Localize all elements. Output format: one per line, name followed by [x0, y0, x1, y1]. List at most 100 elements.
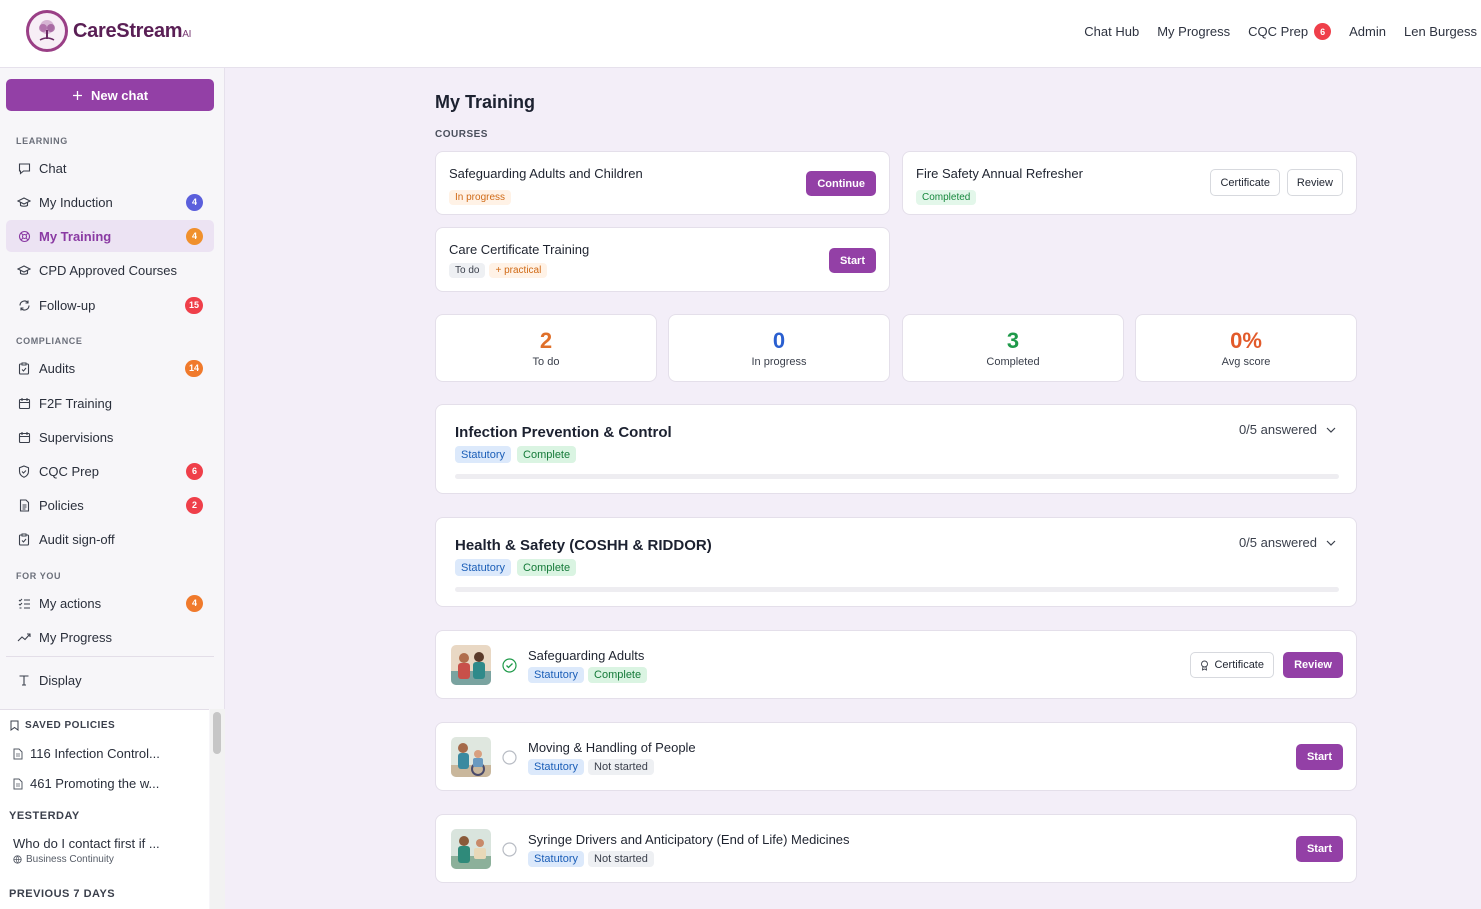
sidebar-item-cqc-prep[interactable]: CQC Prep 6 [6, 455, 214, 487]
statutory-tag: Statutory [528, 851, 585, 867]
continue-button[interactable]: Continue [806, 171, 876, 196]
graduation-cap-icon [17, 263, 31, 277]
course-status-row: To do + practical [449, 263, 548, 278]
sidebar-item-chat[interactable]: Chat [6, 152, 214, 184]
stat-value: 2 [539, 328, 553, 353]
induction-badge: 4 [186, 193, 203, 211]
check-circle-icon [502, 658, 517, 673]
quiz-accordion[interactable]: Infection Prevention & Control Statutory… [435, 404, 1357, 494]
carestream-logo[interactable] [26, 10, 68, 52]
start-button[interactable]: Start [1295, 744, 1343, 770]
statutory-tag: Statutory [528, 667, 585, 683]
module-card[interactable]: Moving & Handling of People Statutory No… [435, 722, 1357, 791]
stat-label: In progress [751, 356, 807, 368]
plus-icon [72, 90, 82, 100]
stat-label: To do [532, 356, 560, 368]
chevron-down-icon [1326, 540, 1336, 546]
course-status-row: In progress [449, 187, 512, 205]
sidebar-item-audits[interactable]: Audits 14 [6, 352, 214, 384]
statutory-tag: Statutory [455, 446, 512, 463]
stat-value: 0 [772, 328, 786, 353]
course-card[interactable]: Care Certificate Training To do + practi… [435, 227, 890, 292]
module-card[interactable]: Syringe Drivers and Anticipatory (End of… [435, 814, 1357, 883]
saved-policy-item[interactable]: 116 Infection Control... [13, 746, 160, 761]
sidebar-item-my-induction[interactable]: My Induction 4 [6, 186, 214, 218]
course-card[interactable]: Safeguarding Adults and Children In prog… [435, 151, 890, 215]
chevron-down-icon [1326, 427, 1336, 433]
follow-up-badge: 15 [184, 296, 203, 314]
start-button[interactable]: Start [828, 248, 876, 273]
history-scrollbar-thumb[interactable] [213, 712, 221, 754]
document-icon [13, 748, 23, 759]
saved-policy-item[interactable]: 461 Promoting the w... [13, 776, 159, 791]
clipboard-icon [17, 361, 31, 375]
saved-policies-heading: SAVED POLICIES [10, 720, 115, 731]
calendar-icon [17, 396, 31, 410]
top-nav: Chat Hub My Progress CQC Prep 6 Admin Len… [1084, 23, 1477, 40]
sidebar-divider [6, 656, 214, 657]
sidebar-item-supervisions[interactable]: Supervisions [6, 421, 214, 453]
sidebar: New chat LEARNING Chat My Induction 4 My… [0, 68, 225, 909]
answered-count[interactable]: 0/5 answered [1239, 535, 1336, 550]
nav-my-progress[interactable]: My Progress [1157, 24, 1230, 39]
stat-label: Avg score [1221, 356, 1271, 368]
review-button[interactable]: Review [1286, 169, 1343, 196]
app-name: CareStreamAI [73, 20, 192, 42]
refresh-icon [17, 298, 31, 312]
nav-user-menu[interactable]: Len Burgess [1404, 24, 1477, 39]
quiz-accordion[interactable]: Health & Safety (COSHH & RIDDOR) Statuto… [435, 517, 1357, 607]
section-learning: LEARNING [16, 136, 68, 146]
audits-badge: 14 [184, 359, 203, 377]
sidebar-item-cpd-courses[interactable]: CPD Approved Courses [6, 254, 214, 286]
review-button[interactable]: Review [1283, 652, 1343, 678]
top-bar: CareStreamAI Chat Hub My Progress CQC Pr… [0, 0, 1481, 68]
sidebar-item-my-training[interactable]: My Training 4 [6, 220, 214, 252]
quiz-tags: Statutory Complete [455, 559, 577, 576]
nav-chat-hub[interactable]: Chat Hub [1084, 24, 1139, 39]
calendar-icon [17, 430, 31, 444]
course-title: Care Certificate Training [449, 242, 590, 257]
quiz-title: Infection Prevention & Control [455, 424, 672, 441]
clipboard-check-icon [17, 532, 31, 546]
sidebar-item-audit-sign-off[interactable]: Audit sign-off [6, 523, 214, 555]
new-chat-button[interactable]: New chat [6, 79, 214, 111]
courses-heading: COURSES [435, 129, 488, 140]
chat-bubble-icon [17, 161, 31, 175]
stat-in-progress: 0 In progress [668, 314, 890, 382]
module-tags: Statutory Complete [528, 667, 648, 683]
sidebar-item-follow-up[interactable]: Follow-up 15 [6, 289, 214, 321]
sidebar-item-policies[interactable]: Policies 2 [6, 489, 214, 521]
stat-avg-score: 0% Avg score [1135, 314, 1357, 382]
sidebar-item-display[interactable]: Display [6, 664, 214, 696]
certificate-button[interactable]: Certificate [1190, 652, 1274, 678]
status-badge: Completed [916, 190, 977, 205]
answered-count[interactable]: 0/5 answered [1239, 422, 1336, 437]
status-badge: To do [449, 263, 486, 278]
quiz-title: Health & Safety (COSHH & RIDDOR) [455, 537, 712, 554]
sidebar-item-my-actions[interactable]: My actions 4 [6, 587, 214, 619]
sidebar-item-my-progress[interactable]: My Progress [6, 621, 214, 653]
chat-history-item-topic: Business Continuity [13, 854, 114, 865]
sidebar-item-f2f-training[interactable]: F2F Training [6, 387, 214, 419]
complete-tag: Complete [588, 667, 648, 683]
nav-cqc-prep[interactable]: CQC Prep 6 [1248, 23, 1332, 40]
nav-admin[interactable]: Admin [1349, 24, 1386, 39]
chat-history-item[interactable]: Who do I contact first if ... [13, 836, 160, 851]
certificate-button[interactable]: Certificate [1210, 169, 1280, 196]
quiz-progress-bar [455, 587, 1339, 592]
page-title: My Training [435, 92, 536, 112]
cqc-prep-sidebar-badge: 6 [186, 462, 203, 480]
module-title: Syringe Drivers and Anticipatory (End of… [528, 832, 850, 847]
start-button[interactable]: Start [1295, 836, 1343, 862]
policies-badge: 2 [186, 496, 203, 514]
stat-value: 3 [1006, 328, 1020, 353]
globe-icon [13, 855, 22, 864]
status-badge: In progress [449, 190, 512, 205]
training-badge: 4 [186, 227, 203, 245]
shield-check-icon [17, 464, 31, 478]
module-card[interactable]: Safeguarding Adults Statutory Complete C… [435, 630, 1357, 699]
course-card[interactable]: Fire Safety Annual Refresher Completed C… [902, 151, 1357, 215]
bookmark-icon [10, 720, 19, 731]
list-check-icon [17, 596, 31, 610]
module-thumbnail [451, 829, 491, 869]
